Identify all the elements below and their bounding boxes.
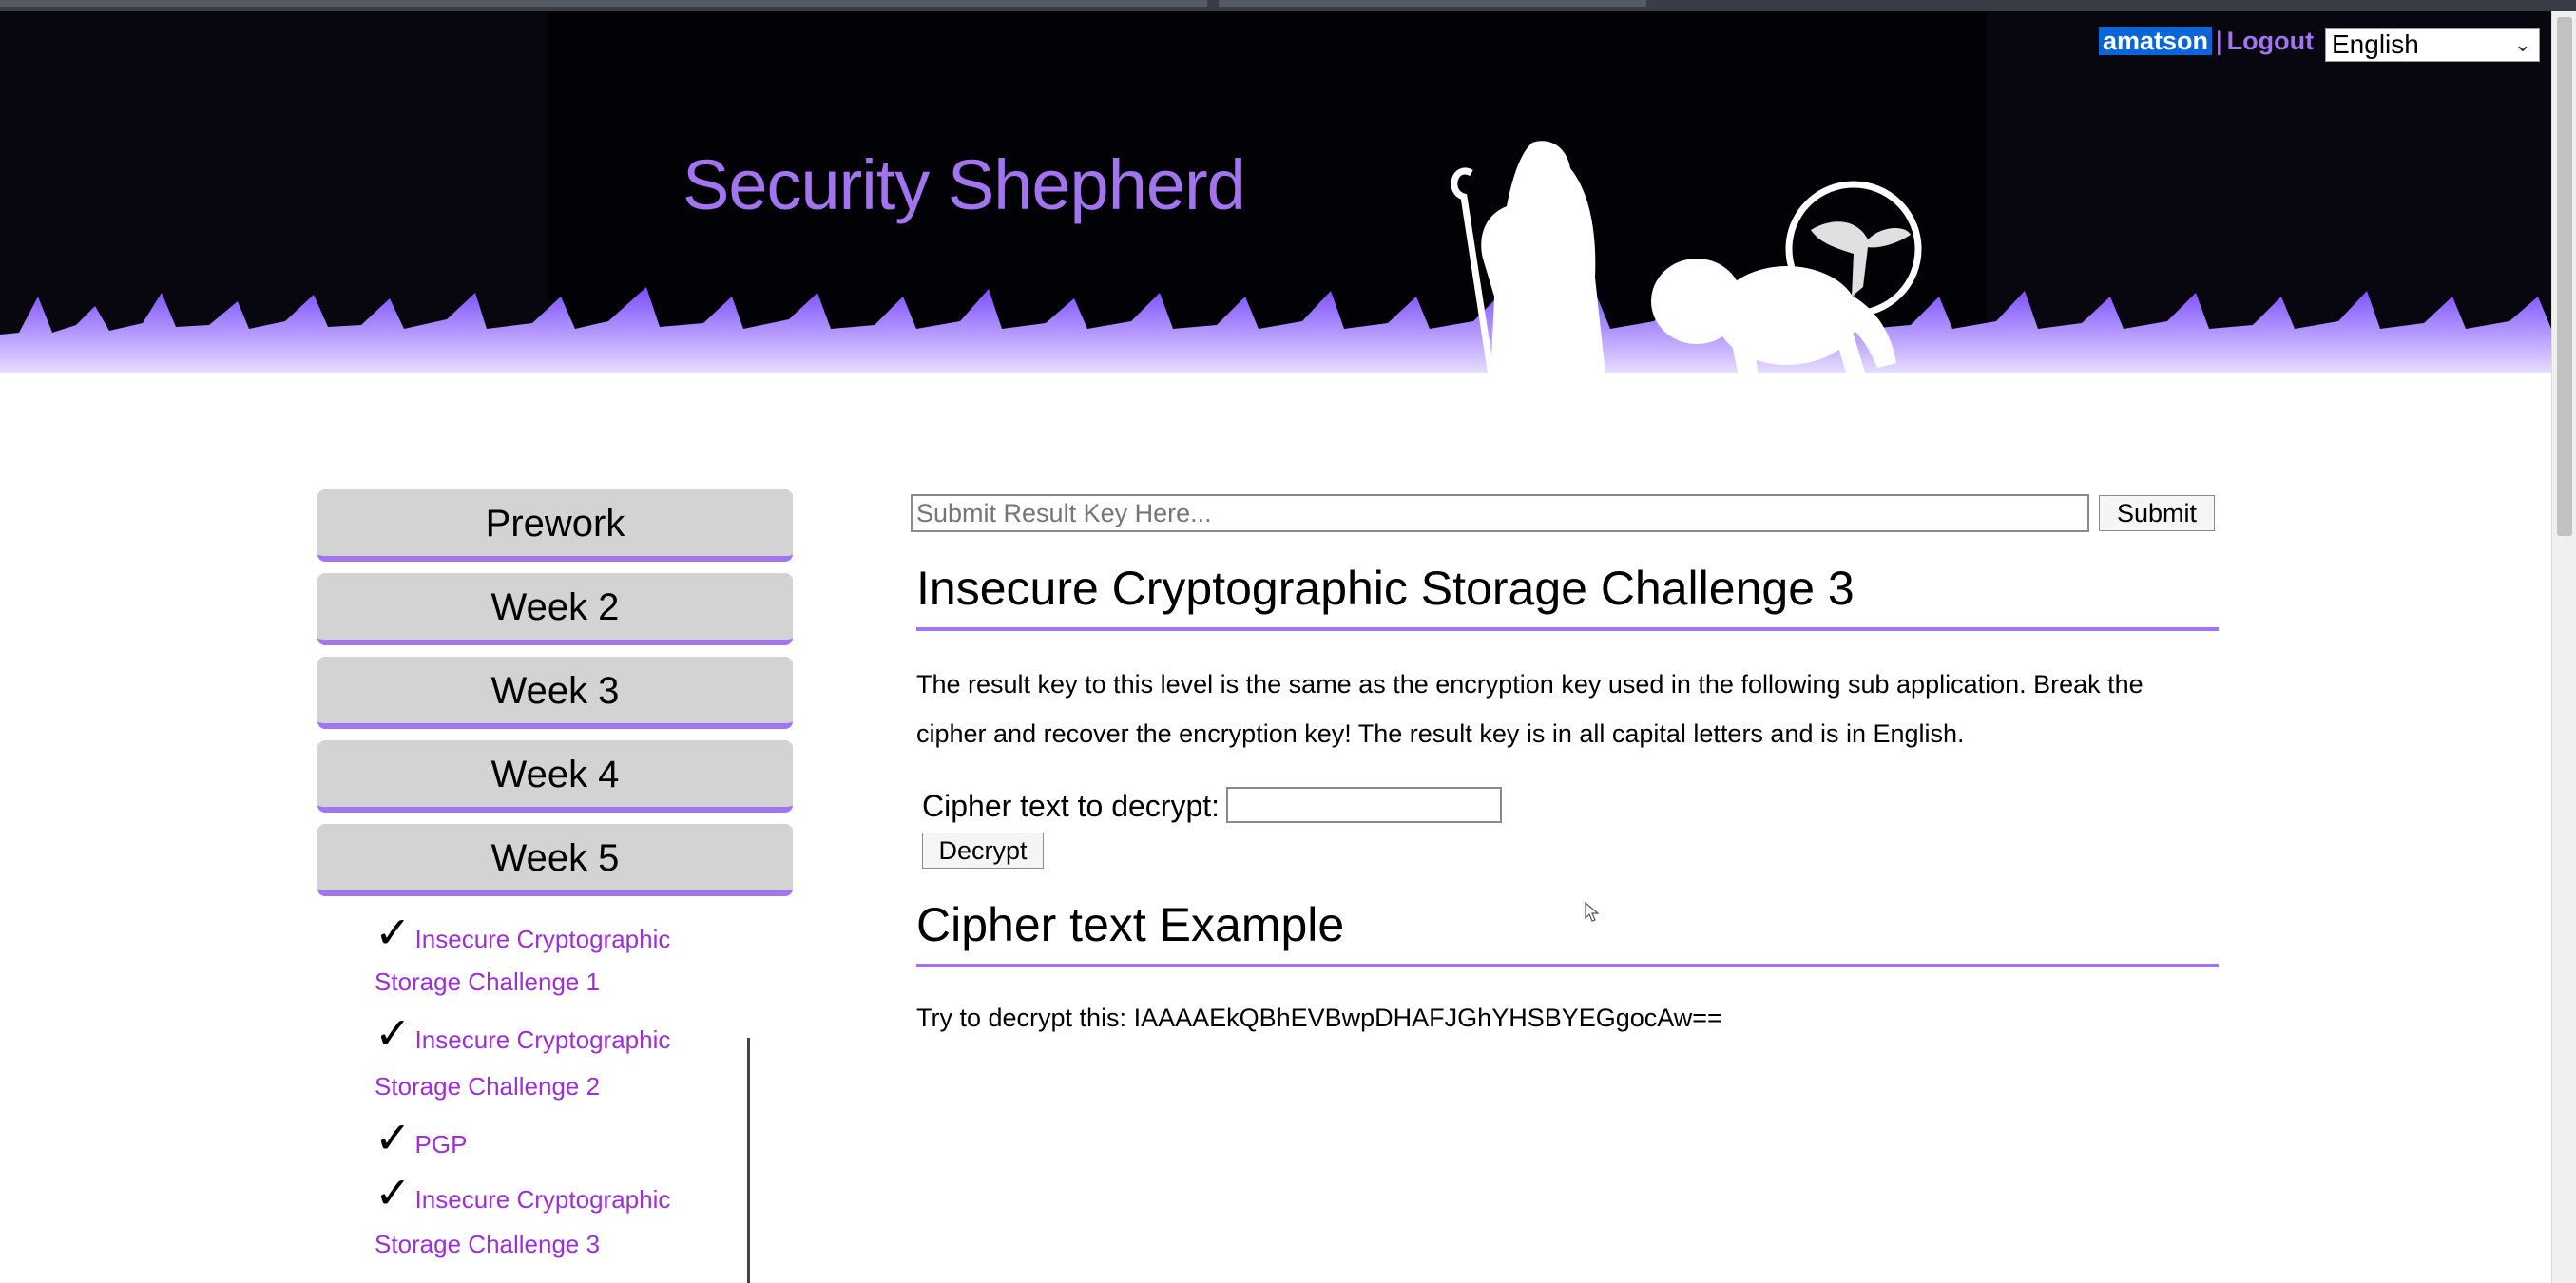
example-title: Cipher text Example — [916, 898, 1345, 951]
page-scrollbar[interactable] — [2551, 11, 2576, 1283]
browser-tab-strip — [0, 0, 2576, 11]
submodule-link[interactable]: Storage Challenge 2 — [375, 1072, 600, 1101]
list-item[interactable]: ✓ Insecure Cryptographic — [375, 1167, 670, 1218]
tab-strip-segment — [0, 0, 1207, 7]
cipher-example-text: Try to decrypt this: IAAAAEkQBhEVBwpDHAF… — [916, 1004, 1722, 1032]
submodule-link[interactable]: PGP — [415, 1130, 468, 1159]
nav-button-week-4[interactable]: Week 4 — [317, 740, 793, 813]
nav-button-week-3[interactable]: Week 3 — [317, 657, 793, 729]
scrollbar-thumb[interactable] — [2557, 17, 2572, 536]
nav-button-week-2[interactable]: Week 2 — [317, 573, 793, 645]
nav-button-week-5[interactable]: Week 5 — [317, 824, 793, 896]
mouse-cursor-icon — [1585, 901, 1600, 922]
checkmark-icon: ✓ — [375, 1168, 412, 1217]
tab-strip-segment — [1219, 0, 1646, 7]
user-bar-separator: | — [2216, 27, 2223, 55]
username-link[interactable]: amatson — [2099, 27, 2213, 55]
cipher-text-input[interactable] — [1226, 787, 1502, 823]
submodule-link[interactable]: Storage Challenge 1 — [375, 967, 600, 997]
challenge-title: Insecure Cryptographic Storage Challenge… — [916, 562, 1855, 615]
header-banner: Security Shepherd — [0, 11, 2551, 392]
checkmark-icon: ✓ — [375, 908, 412, 957]
submodule-link[interactable]: Insecure Cryptographic — [415, 1185, 671, 1214]
shepherd-icon — [1481, 141, 1606, 382]
logout-link[interactable]: Logout — [2227, 27, 2314, 55]
submit-button[interactable]: Submit — [2099, 495, 2215, 531]
language-select-value: English — [2332, 29, 2419, 59]
challenge-description: The result key to this level is the same… — [916, 670, 2143, 748]
result-key-input[interactable]: Submit Result Key Here... — [911, 494, 2089, 532]
submodule-scroll-divider — [747, 1038, 750, 1283]
nav-button-prework[interactable]: Prework — [317, 489, 793, 562]
cipher-text-label: Cipher text to decrypt: — [922, 789, 1221, 823]
title-divider — [916, 627, 2219, 631]
user-bar: amatson | Logout — [2099, 27, 2314, 56]
list-item[interactable]: ✓ Insecure Cryptographic — [375, 1007, 670, 1059]
language-select[interactable]: English ⌄ — [2325, 28, 2540, 62]
submodule-link[interactable]: Storage Challenge 3 — [375, 1230, 600, 1259]
site-title: Security Shepherd — [682, 145, 1246, 224]
banner-artwork — [0, 141, 2551, 392]
submodule-link[interactable]: Insecure Cryptographic — [415, 1025, 671, 1054]
list-item[interactable]: ✓ Insecure Cryptographic — [375, 907, 670, 958]
decrypt-button[interactable]: Decrypt — [922, 833, 1044, 869]
example-divider — [916, 964, 2219, 967]
submodule-link[interactable]: Insecure Cryptographic — [415, 925, 671, 953]
checkmark-icon: ✓ — [375, 1008, 412, 1058]
checkmark-icon: ✓ — [375, 1113, 412, 1162]
chevron-down-icon: ⌄ — [2513, 32, 2531, 56]
list-item[interactable]: ✓ PGP — [375, 1112, 467, 1163]
